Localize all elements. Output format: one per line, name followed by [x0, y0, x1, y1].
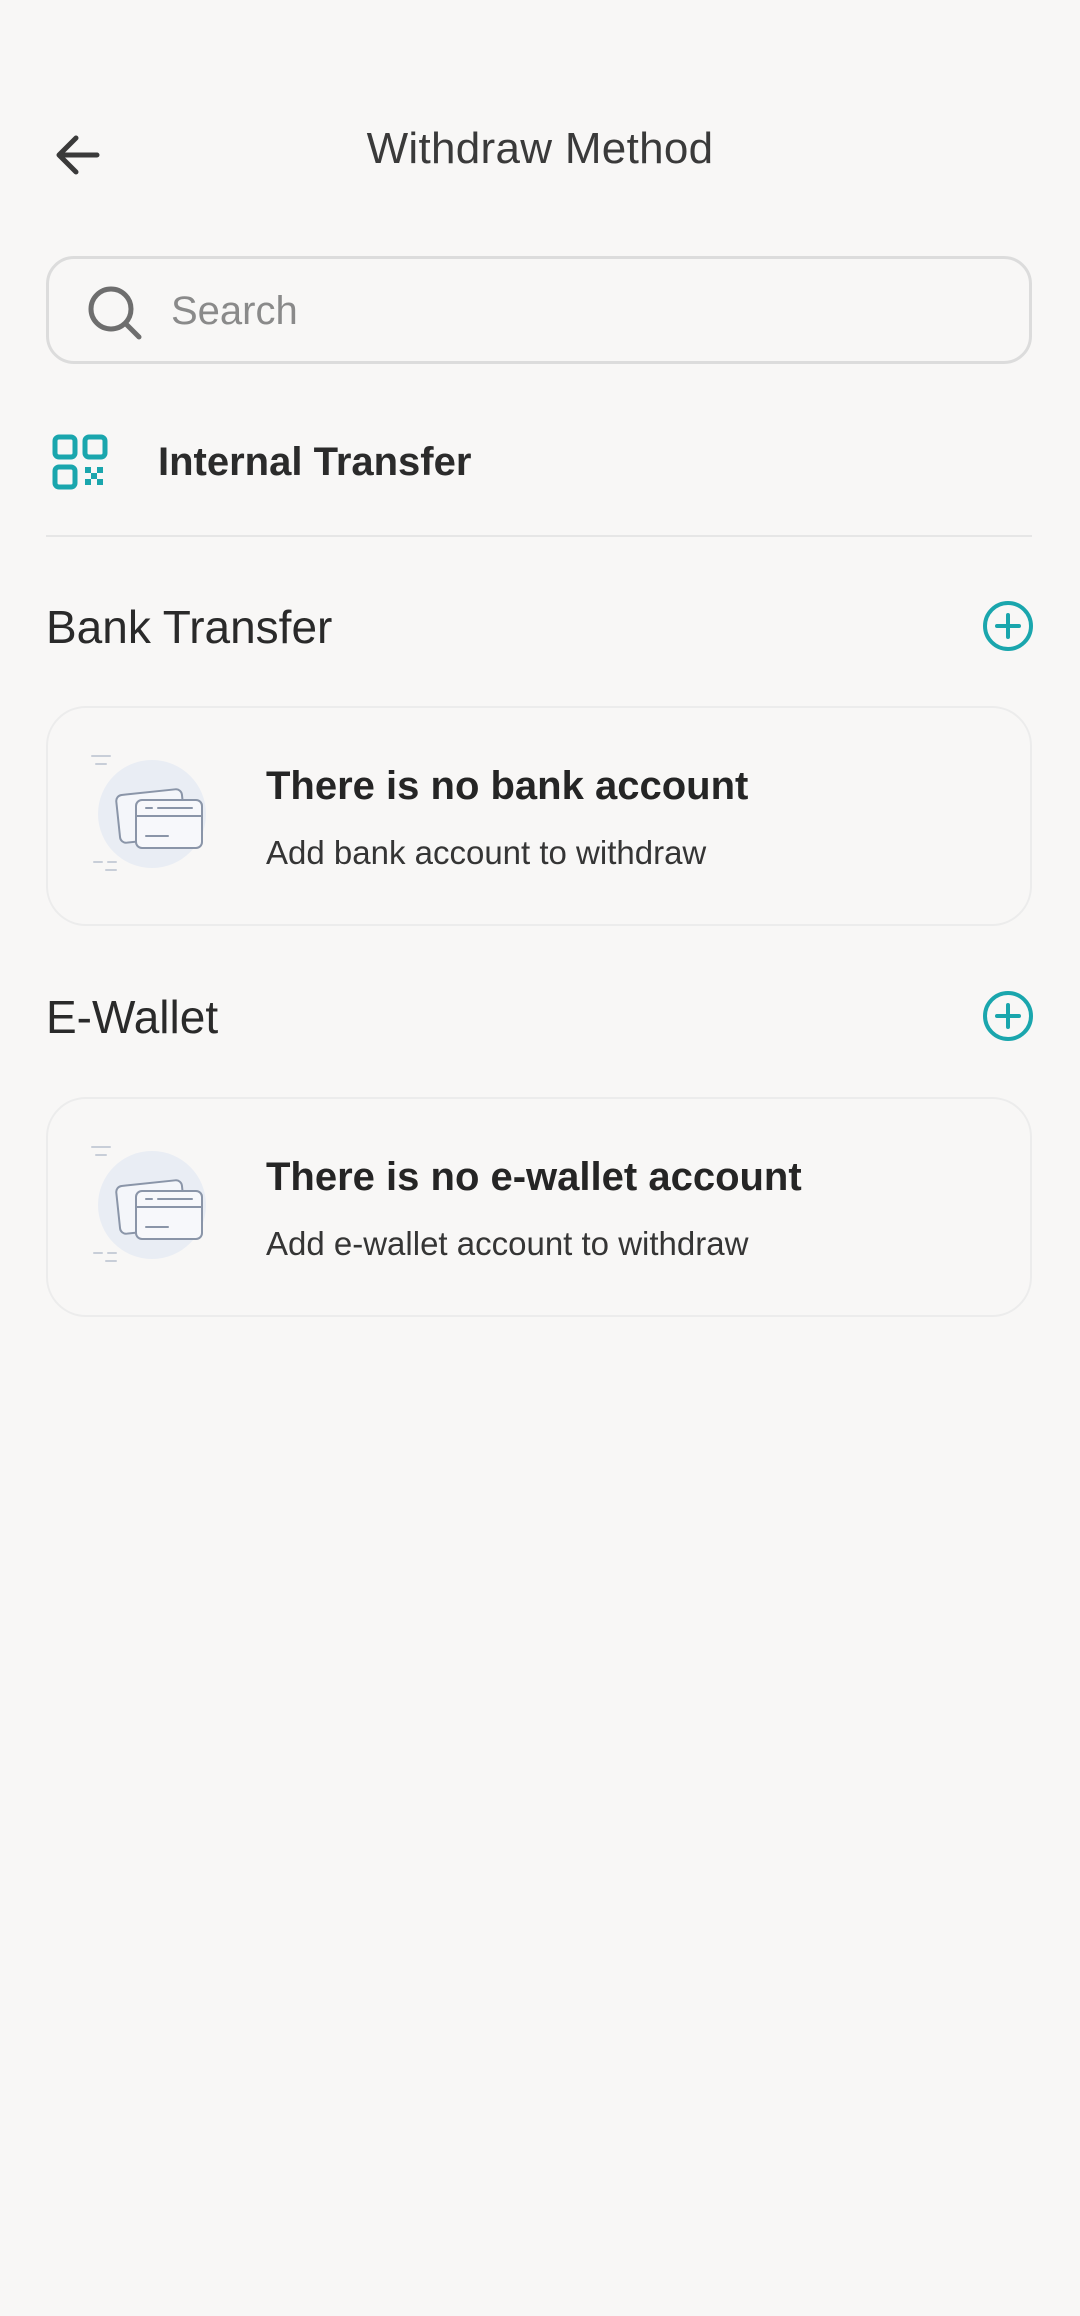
internal-transfer-item[interactable]: Internal Transfer [46, 420, 1032, 530]
ewallet-title: E-Wallet [46, 991, 219, 1043]
search-input[interactable] [169, 275, 993, 347]
internal-transfer-label: Internal Transfer [158, 440, 472, 484]
divider [46, 535, 1032, 537]
page-title: Withdraw Method [366, 124, 714, 173]
add-ewallet-button[interactable] [980, 988, 1036, 1044]
card-illustration-icon [91, 755, 206, 871]
bank-empty-subtitle: Add bank account to withdraw [266, 834, 707, 871]
app-header: Withdraw Method [0, 100, 1080, 210]
add-bank-button[interactable] [980, 598, 1036, 654]
bank-transfer-title: Bank Transfer [46, 601, 333, 653]
search-icon [88, 286, 142, 340]
bank-empty-card: There is no bank account Add bank accoun… [46, 706, 1032, 926]
card-illustration-icon [91, 1146, 206, 1262]
bank-empty-title: There is no bank account [266, 764, 749, 808]
qr-code-icon [52, 434, 108, 490]
search-bar[interactable] [46, 256, 1032, 364]
ewallet-empty-title: There is no e-wallet account [266, 1155, 802, 1199]
ewallet-empty-card: There is no e-wallet account Add e-walle… [46, 1097, 1032, 1317]
ewallet-empty-subtitle: Add e-wallet account to withdraw [266, 1225, 749, 1262]
